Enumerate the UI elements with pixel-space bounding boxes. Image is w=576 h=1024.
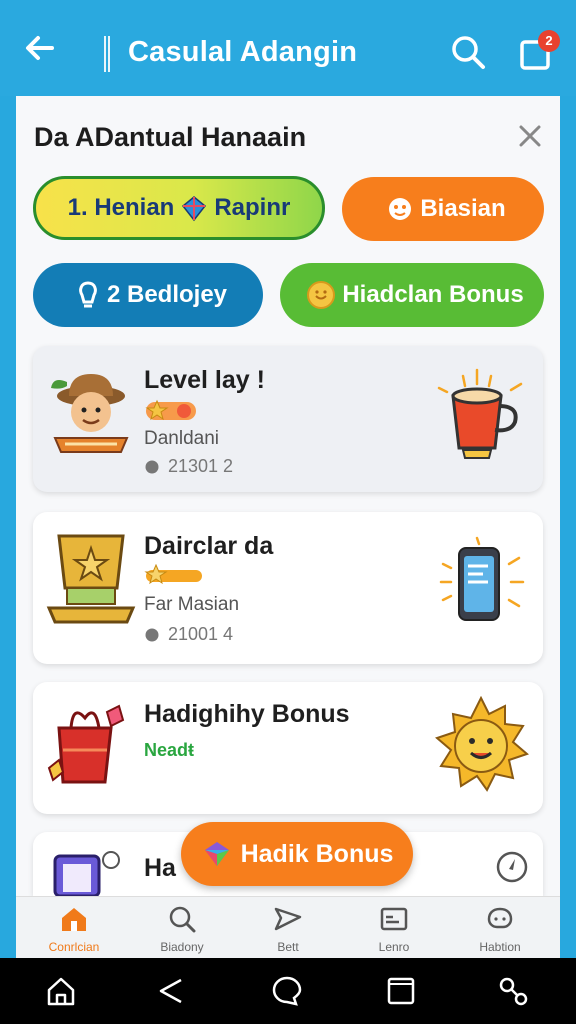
- bulb-icon: [79, 281, 97, 308]
- back-arrow-icon[interactable]: [22, 30, 58, 66]
- card-icon: [380, 907, 408, 931]
- smiley-icon: [389, 198, 412, 220]
- pill-label: Hiadclan Bonus: [342, 281, 524, 308]
- phone-icon: [439, 536, 525, 621]
- sheet-title: Da ADantual Hanaain: [34, 122, 307, 152]
- pill-label: 2 Bedlojey: [106, 281, 228, 308]
- system-home-icon[interactable]: [44, 974, 78, 1008]
- coffee-cup-icon: [437, 368, 523, 459]
- clock-icon: [145, 460, 159, 474]
- gift-icon: [204, 842, 229, 866]
- card-title: Hadighihy Bonus: [144, 700, 350, 728]
- nav-label: Habtion: [479, 940, 521, 954]
- explorer-avatar-icon: [51, 374, 129, 453]
- nav-item-chat[interactable]: Habtion: [450, 905, 550, 954]
- pill-label: 1. Henian: [67, 194, 175, 221]
- card-bonus[interactable]: Hadighihy Bonus Neadŧ: [33, 682, 543, 814]
- system-share-icon[interactable]: [496, 974, 530, 1008]
- nav-item-card[interactable]: Lenro: [344, 905, 444, 954]
- notification-badge: 2: [538, 30, 560, 52]
- card-title: Dairclar da: [144, 532, 274, 560]
- search-icon[interactable]: [448, 32, 488, 72]
- system-recents-icon[interactable]: [384, 974, 418, 1008]
- search-icon: [169, 906, 196, 933]
- system-nav-bar: [0, 958, 576, 1024]
- system-back-icon[interactable]: [154, 974, 188, 1008]
- filter-pill-bedlojey[interactable]: 2 Bedlojey: [33, 263, 263, 327]
- system-assistant-icon[interactable]: [270, 974, 304, 1008]
- nav-label: Lenro: [378, 940, 410, 954]
- bonus-fab-button[interactable]: Hadik Bonus: [181, 822, 413, 886]
- filter-pill-henian[interactable]: 1. Henian Rapinr: [33, 176, 325, 240]
- pill-label: Biasian: [420, 195, 506, 222]
- card-subtitle: Far Masian: [144, 594, 240, 615]
- nav-label: Conrlcian: [48, 940, 100, 954]
- fab-label: Hadik Bonus: [240, 839, 394, 868]
- nav-label: Biadony: [160, 940, 204, 954]
- app-bar: Casulal Adangin 2: [0, 0, 576, 96]
- gift-bag-icon: [47, 704, 125, 784]
- card-title: Ha: [144, 854, 176, 882]
- pill-label-secondary: Rapinr: [214, 194, 291, 221]
- compass-icon: [496, 851, 528, 883]
- content-sheet: Da ADantual Hanaain 1. Henian Rapinr Bia…: [16, 96, 560, 896]
- nav-item-home[interactable]: Conrlcian: [24, 905, 124, 954]
- card-dairclar[interactable]: Dairclar da Far Masian 21001 4: [33, 512, 543, 664]
- key-icon: [144, 564, 202, 585]
- chat-icon: [487, 907, 513, 929]
- home-icon: [62, 908, 86, 931]
- title-divider: [104, 36, 110, 72]
- card-meta: 21301 2: [168, 456, 234, 476]
- close-icon[interactable]: [514, 120, 546, 152]
- nav-item-send[interactable]: Bett: [238, 905, 338, 954]
- gem-icon: [182, 196, 207, 222]
- card-meta: 21001 4: [168, 624, 234, 644]
- filter-pill-biasian[interactable]: Biasian: [342, 177, 544, 241]
- trophy-scroll-icon: [46, 534, 136, 624]
- coin-icon: [307, 281, 336, 309]
- sun-face-icon: [435, 696, 529, 792]
- card-level[interactable]: Level lay ! Danldani 21301 2: [33, 346, 543, 492]
- stars-icon: [145, 399, 196, 421]
- nav-label: Bett: [277, 940, 299, 954]
- nav-item-search[interactable]: Biadony: [132, 905, 232, 954]
- send-icon: [274, 907, 302, 931]
- filter-pill-bonus[interactable]: Hiadclan Bonus: [280, 263, 544, 327]
- bottom-nav: Conrlcian Biadony Bett Lenro Habtion: [16, 896, 560, 958]
- app-title: Casulal Adangin: [128, 36, 358, 68]
- tablet-ship-icon: [53, 851, 120, 896]
- card-title: Level lay !: [144, 366, 265, 394]
- card-subtitle: Neadŧ: [144, 740, 195, 760]
- clock-icon: [145, 628, 159, 642]
- card-subtitle: Danldani: [144, 428, 219, 449]
